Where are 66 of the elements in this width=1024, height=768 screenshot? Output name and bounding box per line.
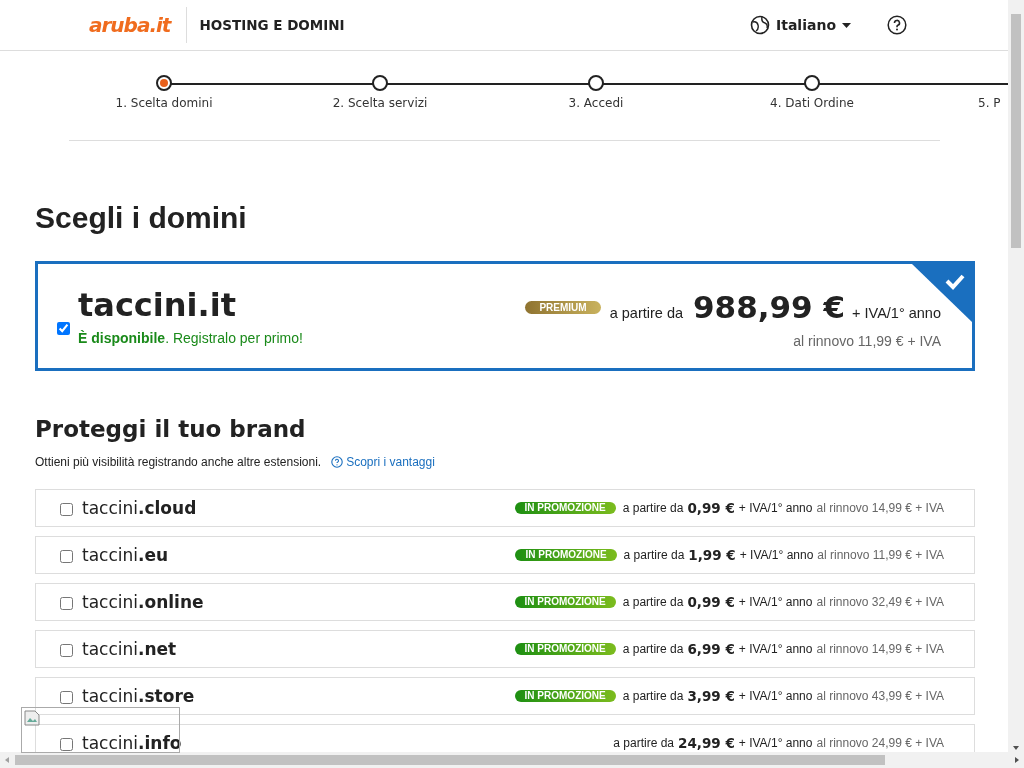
price: 24,99 € [678, 735, 735, 751]
logo[interactable]: aruba.it [89, 13, 187, 37]
domain-checkbox[interactable] [60, 738, 73, 751]
domain-checkbox[interactable] [60, 597, 73, 610]
section-heading: Proteggi il tuo brand [35, 415, 307, 443]
price-suffix: + IVA/1° anno [739, 548, 814, 562]
promo-tag: IN PROMOZIONE [514, 643, 616, 655]
benefits-link[interactable]: Scopri i vantaggi [331, 455, 435, 469]
availability-text: È disponibile. Registralo per primo! [78, 330, 303, 346]
price: 6,99 € [687, 641, 735, 657]
domain-name: taccini.info [82, 733, 182, 752]
promo-tag: IN PROMOZIONE [514, 690, 616, 702]
section-description: Ottieni più visibilità registrando anche altre estensioni. [35, 455, 322, 469]
price-prefix: a partire da [609, 305, 684, 321]
domain-checkbox[interactable] [60, 691, 73, 704]
help-icon[interactable] [887, 15, 907, 35]
domain-name: taccini.online [82, 592, 204, 612]
renewal-price: al rinnovo 14,99 € + IVA [816, 501, 944, 515]
domain-name: taccini.net [82, 639, 177, 659]
promo-tag: IN PROMOZIONE [515, 549, 617, 561]
promo-tag: IN PROMOZIONE [514, 502, 616, 514]
price: 0,99 € [687, 594, 735, 610]
promo-tag: IN PROMOZIONE [514, 596, 616, 608]
renewal-price: al rinnovo 11,99 € + IVA [793, 333, 941, 349]
price-suffix: + IVA/1° anno [852, 305, 941, 321]
price-prefix: a partire da [622, 642, 684, 656]
price: 3,99 € [687, 688, 735, 704]
price-suffix: + IVA/1° anno [738, 689, 813, 703]
domain-name: taccini.cloud [82, 498, 197, 518]
renewal-price: al rinnovo 43,99 € + IVA [816, 689, 944, 703]
step-label: 4. Dati Ordine [770, 96, 854, 110]
globe-icon [750, 15, 770, 35]
price: 0,99 € [687, 500, 735, 516]
domain-name: taccini.store [82, 686, 195, 706]
price-suffix: + IVA/1° anno [738, 501, 813, 515]
section-title: HOSTING E DOMINI [198, 17, 345, 33]
renewal-price: al rinnovo 14,99 € + IVA [816, 642, 944, 656]
language-dropdown[interactable]: Italiano [750, 15, 851, 35]
help-icon [331, 456, 344, 468]
caret-icon [842, 22, 851, 28]
step-label: 5. P [978, 96, 1001, 110]
page-title: Scegli i domini [35, 201, 248, 235]
domain-checkbox[interactable] [57, 321, 70, 335]
broken-image-icon [24, 710, 40, 726]
step-label: 2. Scelta servizi [332, 96, 428, 110]
domain-checkbox[interactable] [60, 550, 73, 563]
price-suffix: + IVA/1° anno [738, 595, 813, 609]
renewal-price: al rinnovo 32,49 € + IVA [816, 595, 944, 609]
step-label: 3. Accedi [568, 96, 624, 110]
price-prefix: a partire da [622, 595, 684, 609]
renewal-price: al rinnovo 24,99 € + IVA [816, 736, 944, 750]
price-prefix: a partire da [613, 736, 675, 750]
renewal-price: al rinnovo 11,99 € + IVA [817, 548, 944, 562]
price: 988,99 € [693, 289, 846, 325]
step-label: 1. Scelta domini [115, 96, 213, 110]
domain-name: taccini.eu [82, 545, 169, 565]
domain-checkbox[interactable] [60, 644, 73, 657]
domain-checkbox[interactable] [60, 503, 73, 516]
domain-name: taccini.it [78, 286, 237, 324]
premium-tag: PREMIUM [525, 300, 601, 314]
price-prefix: a partire da [623, 548, 685, 562]
price-prefix: a partire da [622, 689, 684, 703]
price-suffix: + IVA/1° anno [738, 642, 813, 656]
price: 1,99 € [688, 547, 736, 563]
price-prefix: a partire da [622, 501, 684, 515]
price-suffix: + IVA/1° anno [738, 736, 813, 750]
